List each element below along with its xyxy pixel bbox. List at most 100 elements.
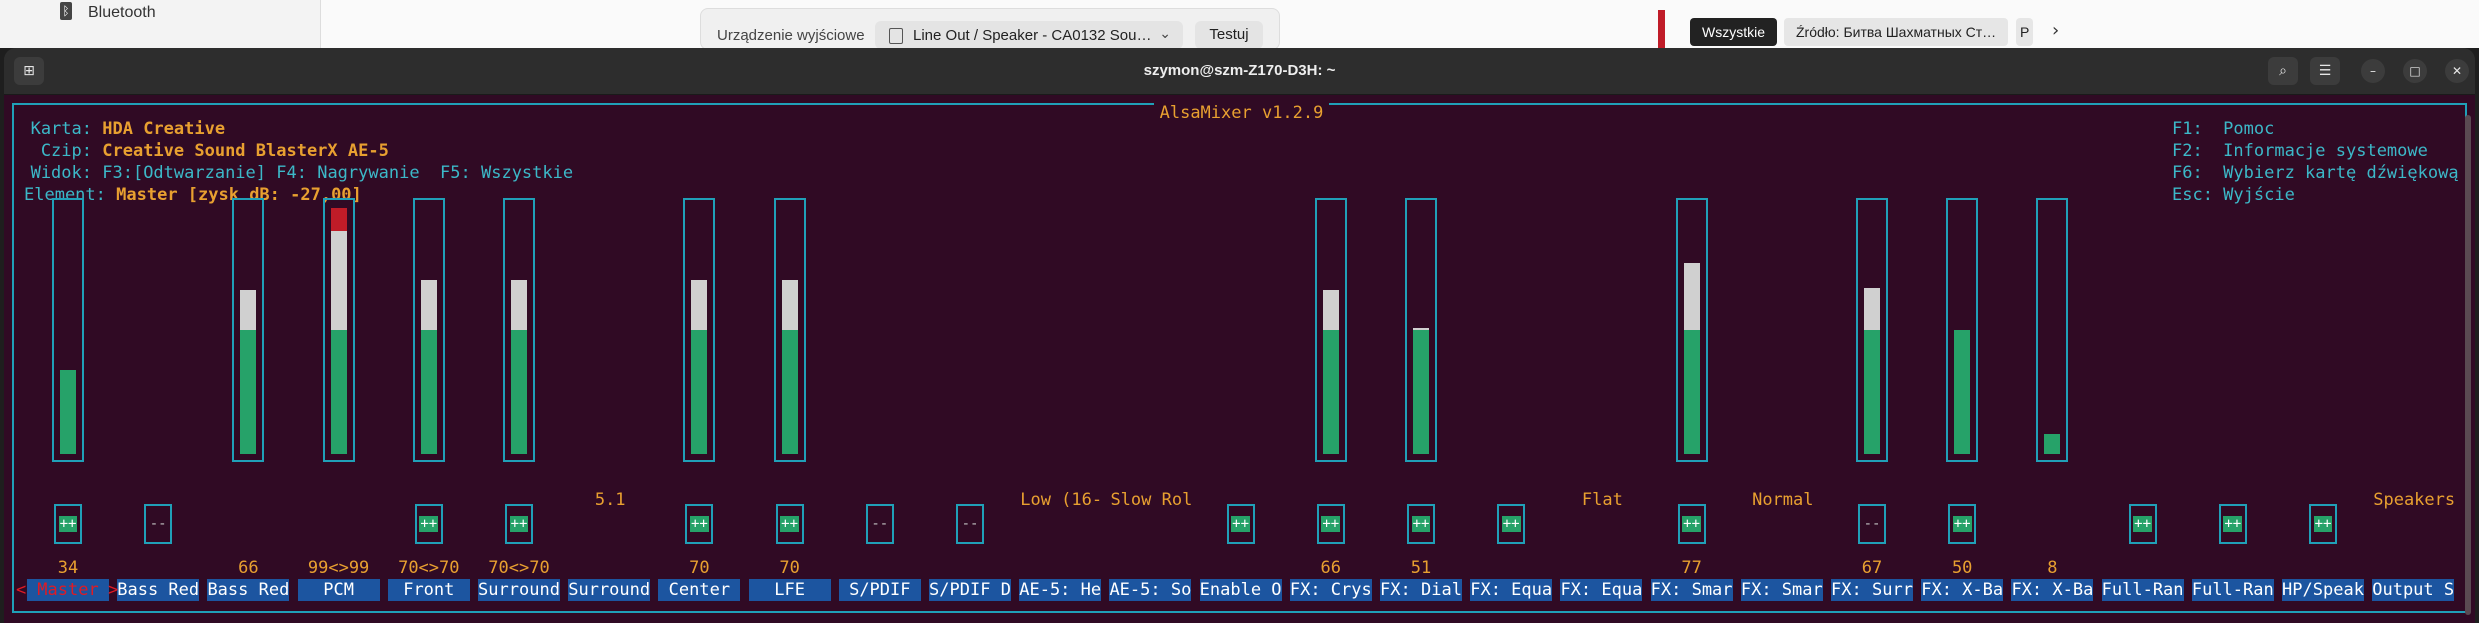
mute-switch-state: -- [961,516,979,532]
volume-value: 67 [1861,558,1883,578]
volume-value: 70 [779,558,800,578]
chip-info-line: Czip: Creative Sound BlasterX AE-5 [40,141,389,161]
mute-switch[interactable]: ++ [2128,504,2157,544]
output-device-value: Line Out / Speaker - CA0132 Sou… [913,27,1152,44]
volume-meter[interactable] [1405,198,1437,462]
channel-label[interactable]: S/PDIF D [929,579,1011,601]
maximize-icon[interactable]: □ [2403,59,2427,83]
mute-switch-state: ++ [1501,516,1521,532]
mute-switch[interactable]: ++ [414,504,443,544]
channel-label[interactable]: FX: Crys [1289,579,1372,601]
channel-label[interactable]: S/PDIF [838,579,921,601]
channel-label[interactable]: Full-Ran [2191,579,2274,601]
volume-meter[interactable] [1675,198,1708,462]
view-playback[interactable]: F3:[Odtwarzanie] [102,163,266,183]
menu-icon[interactable]: ☰ [2310,57,2340,85]
mute-switch[interactable]: ++ [1407,504,1435,544]
channel-label[interactable]: Front [387,579,470,601]
channel-label[interactable]: FX: Equa [1560,579,1643,601]
meter-green-segment [420,330,437,454]
enum-value[interactable]: Flat [1557,490,1647,510]
volume-meter[interactable] [412,198,445,462]
enum-value[interactable]: 5.1 [565,490,655,510]
mute-switch[interactable]: ++ [2218,504,2247,544]
meter-green-segment [60,370,76,454]
channel-label[interactable]: Master [27,579,109,601]
mute-switch[interactable]: ++ [1226,504,1255,544]
channel-label[interactable]: Surround [478,579,560,601]
channel-label[interactable]: FX: Surr [1831,579,1913,601]
mute-switch[interactable]: -- [1858,504,1886,544]
mute-switch[interactable]: ++ [505,504,533,544]
volume-value: 8 [2047,558,2058,578]
help-f2: F2: Informacje systemowe [2172,141,2428,161]
mute-switch[interactable]: ++ [1948,504,1977,544]
mute-switch[interactable]: ++ [1677,504,1706,544]
mute-switch[interactable]: ++ [1497,504,1526,544]
channel-label[interactable]: Center [658,579,741,601]
volume-meter[interactable] [503,198,535,462]
channel-label[interactable]: FX: Smar [1650,579,1733,601]
mute-switch[interactable]: ++ [1316,504,1345,544]
enum-value[interactable]: Low (16- [1016,490,1106,510]
channel-label[interactable]: FX: X-Ba [2011,579,2094,601]
enum-value[interactable]: Slow Rol [1106,490,1196,510]
view-all[interactable]: F5: Wszystkie [440,163,573,183]
volume-meter[interactable] [1946,198,1979,462]
enum-value[interactable]: Speakers [2369,490,2459,510]
channel-label[interactable]: LFE [748,579,831,601]
volume-value: 70 [689,558,710,578]
volume-value: 50 [1951,558,1973,578]
chevron-right-icon[interactable]: › [2052,20,2059,41]
help-f6: F6: Wybierz kartę dźwiękową [2172,163,2459,183]
mute-switch[interactable]: ++ [2309,504,2337,544]
meter-green-segment [330,330,347,454]
channel-label[interactable]: AE-5: So [1109,579,1192,601]
volume-meter[interactable] [322,198,355,462]
mute-switch[interactable]: ++ [685,504,714,544]
meter-white-segment [420,280,437,330]
volume-meter[interactable] [2036,198,2069,462]
chevron-down-icon: ⌄ [1159,25,1171,41]
channel-label[interactable]: FX: X-Ba [1921,579,2004,601]
volume-meter[interactable] [1314,198,1347,462]
mute-switch[interactable]: ++ [775,504,804,544]
channel-label[interactable]: FX: Dial [1380,579,1462,601]
volume-meter[interactable] [773,198,806,462]
volume-meter[interactable] [52,198,84,462]
channel-label[interactable]: FX: Equa [1470,579,1553,601]
volume-meter[interactable] [1856,198,1888,462]
channel-label[interactable]: Full-Ran [2101,579,2184,601]
tab-source[interactable]: Źródło: Битва Шахматных Ст… [1784,18,2009,46]
terminal-scrollbar[interactable] [2465,115,2471,615]
channel-label[interactable]: FX: Smar [1740,579,1823,601]
volume-meter[interactable] [232,198,265,462]
channel-label[interactable]: AE-5: He [1019,579,1102,601]
mute-switch[interactable]: -- [144,504,173,544]
mute-switch[interactable]: -- [865,504,894,544]
channel-label[interactable]: Bass Red [117,579,200,601]
close-icon[interactable]: ✕ [2445,59,2469,83]
channel-label[interactable]: PCM [297,579,380,601]
meter-green-segment [691,330,708,454]
search-icon[interactable]: ⌕ [2268,57,2298,85]
volume-value: 66 [238,558,259,578]
test-button[interactable]: Testuj [1195,21,1263,49]
output-device-select[interactable]: Line Out / Speaker - CA0132 Sou… ⌄ [875,21,1183,49]
mute-switch[interactable]: -- [956,504,984,544]
tab-all[interactable]: Wszystkie [1690,18,1777,46]
volume-meter[interactable] [683,198,716,462]
channel-label[interactable]: HP/Speak [2282,579,2364,601]
channel-label[interactable]: Enable O [1199,579,1282,601]
tab-partial[interactable]: P [2016,18,2034,46]
enum-value[interactable]: Normal [1738,490,1828,510]
channel-label[interactable]: Bass Red [207,579,290,601]
mute-switch-state: ++ [509,516,529,532]
channel-label[interactable]: Surround [568,579,651,601]
view-capture[interactable]: F4: Nagrywanie [276,163,419,183]
channel-label[interactable]: Output S [2372,579,2455,601]
mute-switch[interactable]: ++ [54,504,82,544]
minimize-icon[interactable]: – [2361,59,2385,83]
meter-white-segment [240,290,257,330]
sidebar-item-bluetooth[interactable]: Bluetooth [88,4,156,22]
